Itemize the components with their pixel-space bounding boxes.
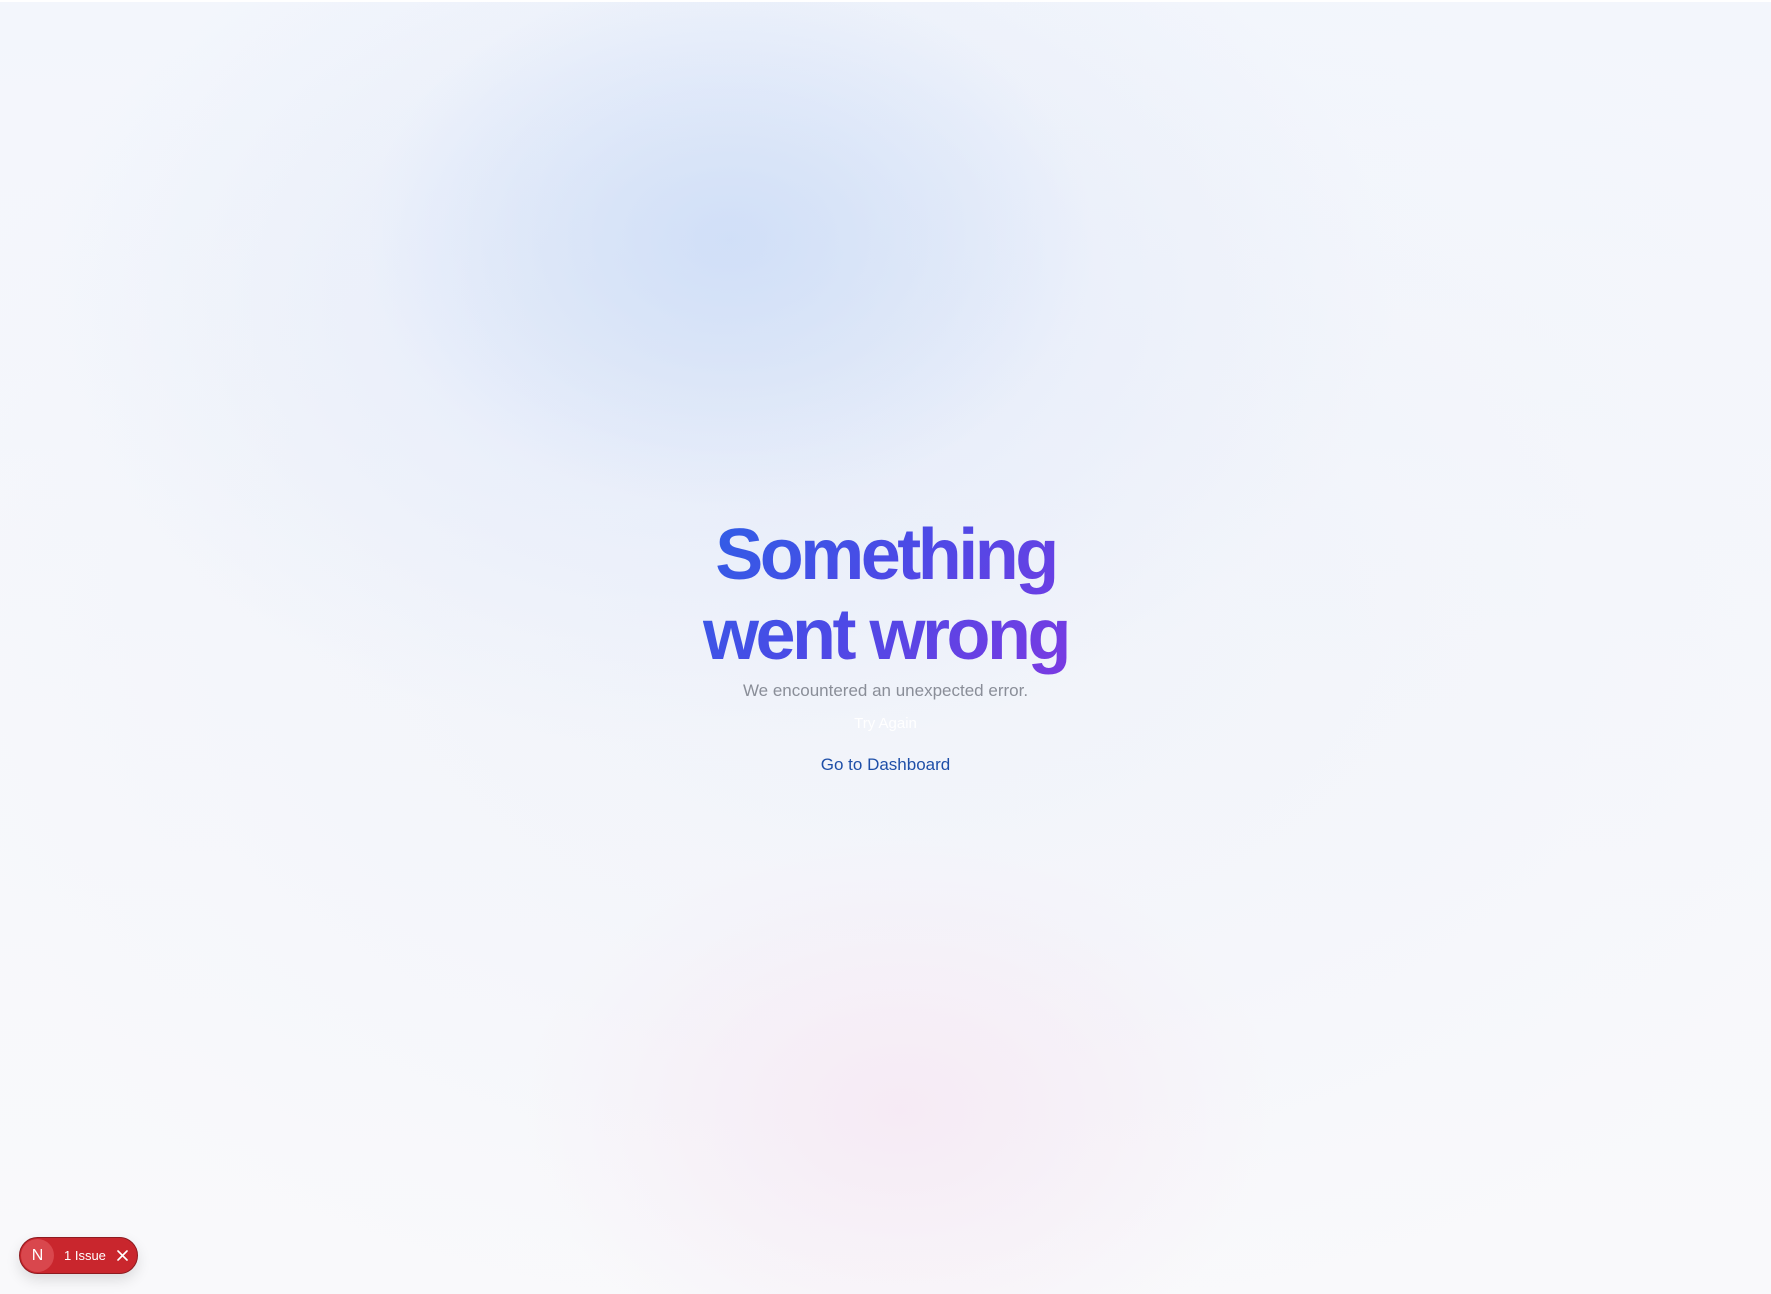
try-again-button[interactable]: Try Again [854,715,917,732]
error-panel: Something went wrong We encountered an u… [0,515,1771,775]
top-edge [0,0,1771,2]
headline-line-2: went wrong [703,595,1068,675]
close-icon-glyph [117,1250,129,1261]
dev-issues-indicator[interactable]: N 1 Issue [19,1237,138,1274]
framework-logo-icon[interactable]: N [21,1239,54,1272]
go-to-dashboard-link[interactable]: Go to Dashboard [0,755,1771,775]
error-subtitle: We encountered an unexpected error. [742,681,1029,700]
error-headline: Something went wrong [703,515,1068,675]
headline-line-1: Something [715,515,1056,595]
issues-count-label[interactable]: 1 Issue [64,1248,106,1263]
close-icon[interactable] [116,1249,130,1263]
